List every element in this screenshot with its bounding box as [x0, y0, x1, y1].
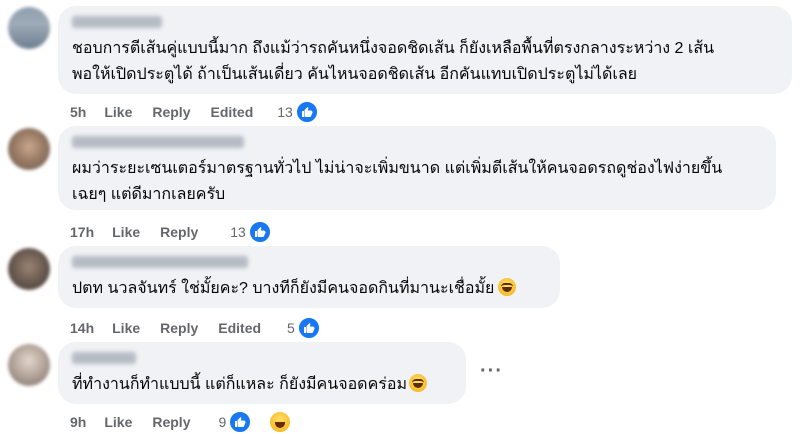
edited-label[interactable]: Edited: [218, 320, 261, 336]
reply-button[interactable]: Reply: [152, 414, 190, 430]
like-button[interactable]: Like: [112, 224, 140, 240]
comment-bubble: ปตท นวลจันทร์ ใช่มั้ยคะ? บางทีก็ยังมีคนจ…: [58, 246, 560, 308]
comment-actions: 14h Like Reply Edited 5: [70, 316, 341, 340]
like-icon: [296, 316, 321, 340]
like-icon: [294, 100, 319, 124]
avatar[interactable]: [8, 7, 50, 49]
comment-actions: 17h Like Reply 13: [70, 220, 292, 244]
comment-timestamp[interactable]: 5h: [70, 104, 86, 120]
comment-text: ปตท นวลจันทร์ ใช่มั้ยคะ? บางทีก็ยังมีคนจ…: [72, 276, 546, 302]
comment-text-content: ปตท นวลจันทร์ ใช่มั้ยคะ? บางทีก็ยังมีคนจ…: [72, 280, 495, 297]
more-options-icon[interactable]: ···: [480, 360, 503, 383]
reply-button[interactable]: Reply: [160, 224, 198, 240]
comment-bubble: ผมว่าระยะเซนเตอร์มาตรฐานทั่วไป ไม่น่าจะเ…: [58, 126, 776, 210]
avatar[interactable]: [8, 128, 50, 170]
avatar[interactable]: [8, 344, 50, 386]
comment-text: พอให้เปิดประตูได้ ถ้าเป็นเส้นเดี่ยว คันไ…: [72, 66, 638, 83]
laughing-emoji-icon: [409, 374, 428, 392]
reply-button[interactable]: Reply: [160, 320, 198, 336]
like-icon: [228, 410, 253, 434]
reaction-count: 13: [277, 104, 293, 120]
comment-author[interactable]: [72, 352, 136, 364]
comment-bubble: ชอบการตีเส้นคู่แบบนี้มาก ถึงแม้ว่ารถคันห…: [58, 6, 792, 94]
laughing-emoji-icon: [498, 278, 517, 296]
reaction-summary[interactable]: 13: [230, 220, 292, 244]
comment-text: ที่ทำงานก็ทำแบบนี้ แต่ก็แหละ ก็ยังมีคนจอ…: [72, 372, 452, 398]
like-icon: [247, 220, 272, 244]
reaction-count: 13: [230, 224, 246, 240]
reply-button[interactable]: Reply: [152, 104, 190, 120]
comment-timestamp[interactable]: 17h: [70, 224, 94, 240]
reaction-summary[interactable]: 5: [287, 316, 341, 340]
comment-text: เฉยๆ แต่ดีมากเลยครับ: [72, 186, 226, 203]
edited-label[interactable]: Edited: [210, 104, 253, 120]
reaction-summary[interactable]: 13: [277, 100, 339, 124]
comment-actions: 9h Like Reply 9: [70, 410, 312, 434]
like-button[interactable]: Like: [104, 104, 132, 120]
reaction-summary[interactable]: 9: [218, 410, 312, 434]
comment-actions: 5h Like Reply Edited 13: [70, 100, 339, 124]
comment-bubble: ที่ทำงานก็ทำแบบนี้ แต่ก็แหละ ก็ยังมีคนจอ…: [58, 342, 466, 404]
comment-author[interactable]: [72, 136, 244, 148]
comment-text: ผมว่าระยะเซนเตอร์มาตรฐานทั่วไป ไม่น่าจะเ…: [72, 160, 723, 177]
like-button[interactable]: Like: [112, 320, 140, 336]
like-button[interactable]: Like: [104, 414, 132, 430]
avatar[interactable]: [8, 248, 50, 290]
reaction-count: 5: [287, 320, 295, 336]
comment-timestamp[interactable]: 14h: [70, 320, 94, 336]
haha-icon: [268, 410, 293, 434]
comment-author[interactable]: [72, 16, 162, 28]
comment-text: ชอบการตีเส้นคู่แบบนี้มาก ถึงแม้ว่ารถคันห…: [72, 40, 715, 57]
comment-timestamp[interactable]: 9h: [70, 414, 86, 430]
reaction-count: 9: [218, 414, 227, 430]
comment-author[interactable]: [72, 256, 248, 268]
comment-text-content: ที่ทำงานก็ทำแบบนี้ แต่ก็แหละ ก็ยังมีคนจอ…: [72, 376, 408, 393]
